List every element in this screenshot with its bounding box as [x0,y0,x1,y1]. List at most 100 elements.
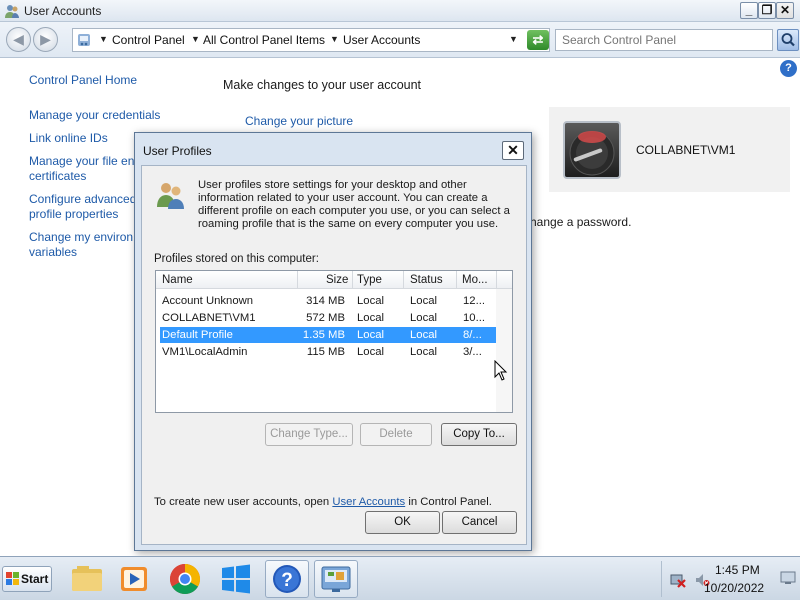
mouse-cursor-icon [494,360,508,381]
file-explorer-icon [72,566,102,591]
table-row[interactable]: Account Unknown 314 MB Local Local 12... [160,293,497,309]
help-icon[interactable]: ? [780,60,797,77]
forward-button[interactable]: ▶ [33,27,58,52]
column-header-type[interactable]: Type [357,274,382,286]
list-header: Name Size Type Status Mo... [156,271,512,289]
minimize-button[interactable]: _ [740,2,758,19]
dialog-body: User profiles store settings for your de… [141,165,527,545]
sidebar-item-link-online-ids[interactable]: Link online IDs [29,131,108,146]
user-profiles-dialog: User Profiles ✕ User profiles store sett… [134,132,532,551]
sidebar-item-label: Configure advanced [29,192,137,206]
page-title: Make changes to your user account [223,78,422,92]
taskbar-app-chrome[interactable] [163,560,207,598]
change-password-link[interactable]: hange a password. [530,215,631,229]
column-header-name[interactable]: Name [162,274,193,286]
windows-icon [222,564,250,594]
breadcrumb-arrow-icon[interactable]: ▼ [191,34,200,44]
breadcrumb-arrow-icon[interactable]: ▼ [99,34,108,44]
cell-modified: 10... [463,312,485,324]
media-player-icon [121,567,147,591]
column-header-modified[interactable]: Mo... [462,274,488,286]
cell-type: Local [357,346,385,358]
breadcrumb-arrow-icon[interactable]: ▼ [330,34,339,44]
cell-modified: 8/... [463,329,482,341]
dialog-description: User profiles store settings for your de… [198,179,510,230]
start-button[interactable]: Start [2,566,52,592]
user-accounts-icon [5,5,19,18]
ok-button[interactable]: OK [365,511,440,534]
taskbar-app-file-explorer[interactable] [65,560,109,598]
start-label: Start [21,572,49,586]
network-status-icon[interactable] [670,572,686,588]
cancel-button[interactable]: Cancel [442,511,517,534]
sidebar-item-advanced-profile-properties[interactable]: Configure advanced profile properties [29,192,136,222]
cell-status: Local [410,295,438,307]
clock-date[interactable]: 10/20/2022 [704,581,764,595]
sidebar-item-control-panel-home[interactable]: Control Panel Home [29,73,137,88]
sidebar-item-label: certificates [29,169,87,183]
table-row-selected[interactable]: Default Profile 1.35 MB Local Local 8/..… [160,327,497,343]
refresh-icon[interactable]: ⇄ [527,30,549,50]
taskbar-app-media-player[interactable] [112,560,156,598]
list-scrollbar[interactable] [496,289,512,412]
clock-time[interactable]: 1:45 PM [715,563,760,577]
sidebar-item-manage-file-encryption[interactable]: Manage your file en certificates [29,154,134,184]
account-picture [563,121,621,179]
show-desktop-icon[interactable] [780,570,796,586]
users-icon [157,183,184,209]
windows-logo-icon [6,572,19,585]
search-icon [781,33,795,47]
back-button[interactable]: ◀ [6,27,31,52]
breadcrumb[interactable]: ▼ Control Panel ▼ All Control Panel Item… [72,28,550,52]
change-type-button[interactable]: Change Type... [265,423,353,446]
chrome-icon [169,564,201,595]
cell-name: VM1\LocalAdmin [162,346,248,358]
search-input[interactable] [556,30,766,50]
search-box[interactable] [555,29,773,51]
cell-name: Default Profile [162,329,233,341]
address-toolbar: ◀ ▶ ▼ Control Panel ▼ All Control Panel … [0,22,800,58]
breadcrumb-control-panel[interactable]: Control Panel [112,33,185,47]
taskbar-app-help[interactable]: ? [265,560,309,598]
cell-type: Local [357,312,385,324]
account-name: COLLABNET\VM1 [636,143,736,157]
column-header-size[interactable]: Size [326,274,348,286]
delete-button[interactable]: Delete [360,423,432,446]
close-button[interactable]: ✕ [776,2,794,19]
dialog-close-button[interactable]: ✕ [502,141,524,160]
cell-modified: 3/... [463,346,482,358]
cell-size: 572 MB [306,312,345,324]
breadcrumb-all-items[interactable]: All Control Panel Items [203,33,325,47]
taskbar-app-control-panel[interactable] [314,560,358,598]
cell-status: Local [410,312,438,324]
sidebar-item-label: profile properties [29,207,119,221]
create-text-suffix: in Control Panel. [405,496,492,508]
create-text-prefix: To create new user accounts, open [154,496,333,508]
cell-size: 314 MB [306,295,345,307]
taskbar-app-windows[interactable] [214,560,258,598]
control-panel-icon [321,566,351,592]
search-button[interactable] [777,29,799,51]
sidebar-item-environment-variables[interactable]: Change my environ variables [29,230,133,260]
cell-status: Local [410,346,438,358]
cell-modified: 12... [463,295,485,307]
user-accounts-link[interactable]: User Accounts [332,496,405,508]
cell-name: COLLABNET\VM1 [162,312,256,324]
copy-to-button[interactable]: Copy To... [441,423,517,446]
profiles-list[interactable]: Name Size Type Status Mo... Account Unkn… [155,270,513,413]
table-row[interactable]: COLLABNET\VM1 572 MB Local Local 10... [160,310,497,326]
restore-button[interactable]: ❐ [758,2,776,19]
sidebar-item-label: Manage your file en [29,154,135,168]
cell-type: Local [357,329,385,341]
help-icon: ? [273,565,301,593]
breadcrumb-user-accounts[interactable]: User Accounts [343,33,420,47]
cell-size: 1.35 MB [302,329,345,341]
sidebar-item-manage-credentials[interactable]: Manage your credentials [29,108,160,123]
change-picture-link[interactable]: Change your picture [245,114,353,128]
column-header-status[interactable]: Status [410,274,443,286]
address-history-dropdown-icon[interactable]: ▼ [509,34,518,44]
window-title: User Accounts [24,4,102,18]
dialog-title: User Profiles [143,144,212,158]
table-row[interactable]: VM1\LocalAdmin 115 MB Local Local 3/... [160,344,497,360]
taskbar: Start ? [0,556,800,600]
